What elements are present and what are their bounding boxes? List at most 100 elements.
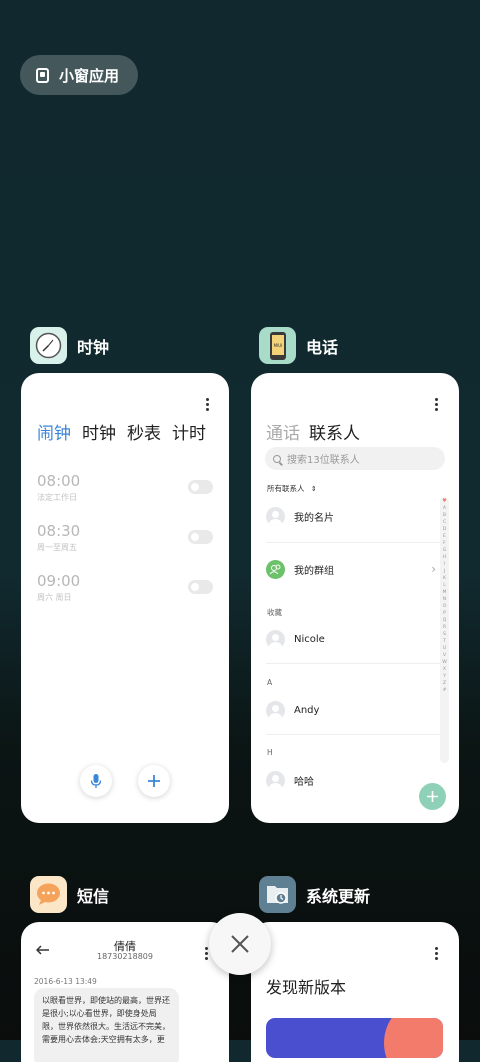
more-options-icon[interactable]	[435, 398, 439, 413]
phone-tab-bar: 通话 联系人	[266, 419, 360, 444]
recent-card-phone[interactable]: 通话 联系人 搜索13位联系人 所有联系人 ⇕ 我的名片 我的群组 › 收藏 N…	[251, 373, 459, 823]
index-letter[interactable]: ♥	[442, 498, 446, 505]
alarm-toggle[interactable]	[188, 530, 213, 544]
index-letter[interactable]: N	[443, 596, 446, 603]
index-letter[interactable]: A	[443, 505, 446, 512]
index-letter[interactable]: L	[443, 582, 446, 589]
index-letter[interactable]: Q	[443, 617, 447, 624]
app-header-phone[interactable]: MIUI 电话	[259, 327, 338, 364]
clear-all-button[interactable]	[209, 913, 271, 975]
chevron-right-icon: ›	[431, 562, 436, 576]
favorites-section-label: 收藏	[267, 608, 282, 617]
index-letter[interactable]: U	[443, 645, 446, 652]
contact-row[interactable]: 哈哈	[266, 769, 436, 791]
alarm-toggle[interactable]	[188, 580, 213, 594]
app-header-clock[interactable]: 时钟	[30, 327, 109, 364]
alphabet-index-scrollbar[interactable]: ♥ A B C D E F G H I J K L M N O P Q R S T U V W X Y Z #	[440, 497, 449, 763]
index-letter[interactable]: G	[443, 547, 447, 554]
recent-card-clock[interactable]: 闹钟 时钟 秒表 计时 08:00 法定工作日 08:30 周一至周五 09:0…	[21, 373, 229, 823]
index-letter[interactable]: S	[443, 631, 446, 638]
add-alarm-button[interactable]	[138, 765, 170, 797]
plus-icon	[427, 791, 438, 802]
index-letter[interactable]: D	[443, 526, 447, 533]
tab-clock[interactable]: 时钟	[82, 419, 116, 444]
more-options-icon[interactable]	[435, 947, 439, 962]
index-letter[interactable]: V	[443, 652, 446, 659]
more-options-icon[interactable]	[206, 398, 210, 413]
search-icon	[273, 454, 281, 463]
index-letter[interactable]: E	[443, 533, 446, 540]
system-update-icon	[259, 876, 296, 913]
more-options-icon[interactable]	[205, 947, 209, 962]
floating-window-apps-button[interactable]: 小窗应用	[20, 55, 138, 95]
index-letter[interactable]: Y	[443, 673, 446, 680]
index-letter[interactable]: R	[443, 624, 446, 631]
add-contact-button[interactable]	[419, 783, 446, 810]
tab-stopwatch[interactable]: 秒表	[127, 419, 161, 444]
recent-card-sms[interactable]: 倩倩 18730218809 2016-6-13 13:49 以眼看世界，即使站…	[21, 922, 229, 1062]
tab-calls[interactable]: 通话	[266, 419, 300, 444]
divider	[266, 663, 441, 664]
app-header-sms[interactable]: 短信	[30, 876, 109, 913]
alarm-time: 08:00	[37, 472, 81, 490]
update-headline: 发现新版本	[266, 978, 347, 997]
phone-icon: MIUI	[259, 327, 296, 364]
alarm-time: 09:00	[37, 572, 81, 590]
index-letter[interactable]: #	[443, 687, 447, 694]
index-letter[interactable]: H	[443, 554, 446, 561]
index-letter[interactable]: P	[443, 610, 446, 617]
alarm-toggle[interactable]	[188, 480, 213, 494]
message-bubble: 以眼看世界，即使站的最高，世界还是很小;以心看世界，即使身处局限，世界依然很大。…	[34, 988, 179, 1062]
close-icon	[231, 935, 249, 953]
index-letter[interactable]: Z	[443, 680, 446, 687]
microphone-icon	[90, 774, 102, 788]
index-letter[interactable]: K	[443, 575, 446, 582]
clock-icon	[30, 327, 67, 364]
tab-alarm[interactable]: 闹钟	[37, 419, 71, 444]
contact-search-input[interactable]: 搜索13位联系人	[265, 447, 445, 470]
alarm-repeat: 周六 周日	[37, 593, 72, 602]
my-groups-row[interactable]: 我的群组 ›	[266, 558, 436, 580]
alarm-item[interactable]: 08:00 法定工作日	[37, 472, 80, 503]
index-letter[interactable]: C	[443, 519, 446, 526]
voice-alarm-button[interactable]	[80, 765, 112, 797]
app-name-clock: 时钟	[77, 337, 110, 357]
contact-row[interactable]: Nicole	[266, 628, 436, 650]
index-letter[interactable]: X	[443, 666, 446, 673]
contact-row[interactable]: Andy	[266, 699, 436, 721]
index-letter[interactable]: B	[443, 512, 446, 519]
plus-icon	[148, 775, 160, 787]
sms-icon	[30, 876, 67, 913]
divider	[266, 542, 441, 543]
app-name-sms: 短信	[77, 886, 110, 906]
group-icon	[266, 559, 285, 579]
alarm-item[interactable]: 08:30 周一至周五	[37, 522, 80, 553]
section-header: A	[267, 678, 273, 687]
index-letter[interactable]: F	[443, 540, 446, 547]
recent-card-system-update[interactable]: 发现新版本	[251, 922, 459, 1062]
update-banner-image	[266, 1018, 443, 1058]
tab-timer[interactable]: 计时	[172, 419, 206, 444]
phone-icon-text: MIUI	[273, 343, 282, 348]
index-letter[interactable]: I	[444, 561, 445, 568]
all-contacts-filter[interactable]: 所有联系人 ⇕	[267, 483, 317, 494]
avatar	[266, 629, 285, 649]
index-letter[interactable]: W	[442, 659, 447, 666]
tab-contacts[interactable]: 联系人	[309, 419, 360, 444]
app-header-system-update[interactable]: 系统更新	[259, 876, 370, 913]
avatar	[266, 700, 285, 720]
my-groups-label: 我的群组	[294, 565, 334, 577]
index-letter[interactable]: M	[443, 589, 447, 596]
index-letter[interactable]: O	[443, 603, 447, 610]
alarm-item[interactable]: 09:00 周六 周日	[37, 572, 80, 603]
avatar	[266, 506, 285, 526]
my-card-row[interactable]: 我的名片	[266, 505, 436, 527]
sort-toggle-icon: ⇕	[310, 485, 317, 493]
search-placeholder: 搜索13位联系人	[287, 455, 360, 466]
my-card-label: 我的名片	[294, 512, 334, 524]
index-letter[interactable]: J	[444, 568, 445, 575]
section-header: H	[267, 748, 273, 757]
index-letter[interactable]: T	[443, 638, 446, 645]
divider	[266, 734, 441, 735]
alarm-time: 08:30	[37, 522, 81, 540]
